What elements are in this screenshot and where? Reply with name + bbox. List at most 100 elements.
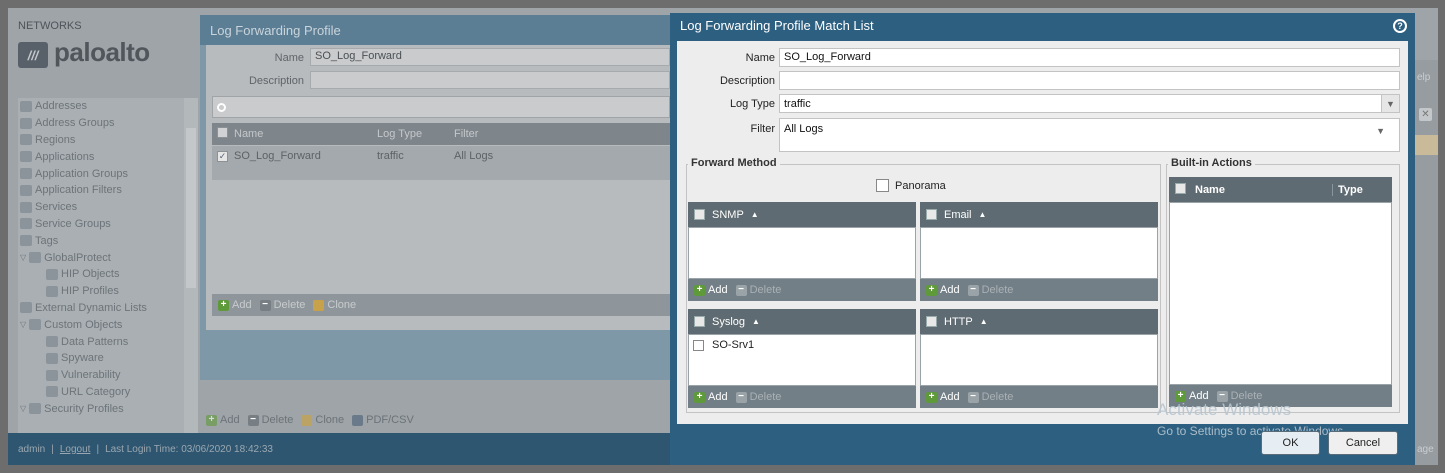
object-icon bbox=[20, 218, 32, 230]
builtin-col-type[interactable]: Type bbox=[1332, 183, 1363, 196]
tree-scroll-thumb[interactable] bbox=[186, 128, 196, 288]
add-button[interactable]: + Add bbox=[206, 414, 240, 426]
lfp-col-name[interactable]: Name bbox=[234, 128, 377, 140]
object-icon bbox=[20, 201, 32, 213]
panorama-checkbox[interactable] bbox=[876, 179, 889, 192]
lfp-col-filter[interactable]: Filter bbox=[454, 128, 654, 140]
http-delete-label: Delete bbox=[981, 391, 1014, 403]
sidebar-item[interactable]: HIP Profiles bbox=[18, 283, 198, 300]
description-field[interactable] bbox=[779, 71, 1400, 90]
syslog-title: Syslog bbox=[712, 315, 746, 328]
sidebar-item[interactable]: Addresses bbox=[18, 98, 198, 115]
log-type-label: Log Type bbox=[729, 98, 775, 110]
chevron-down-icon[interactable]: ▼ bbox=[1381, 95, 1399, 112]
sidebar-item[interactable]: Spyware bbox=[18, 350, 198, 367]
sidebar-item-label: Security Profiles bbox=[44, 402, 124, 415]
syslog-header[interactable]: Syslog ▲ bbox=[688, 309, 916, 334]
sidebar-item[interactable]: ▽ Security Profiles bbox=[18, 400, 198, 417]
logout-link[interactable]: Logout bbox=[60, 444, 91, 455]
snmp-delete-button[interactable]: − Delete bbox=[735, 284, 781, 296]
clone-button[interactable]: Clone bbox=[301, 414, 344, 426]
sidebar-item[interactable]: HIP Objects bbox=[18, 266, 198, 283]
sidebar-item[interactable]: URL Category bbox=[18, 384, 198, 401]
delete-button[interactable]: − Delete bbox=[247, 414, 293, 426]
lfp-search-bar[interactable] bbox=[212, 96, 670, 118]
snmp-add-button[interactable]: + Add bbox=[694, 284, 728, 296]
filter-label: Filter bbox=[750, 123, 775, 135]
syslog-add-button[interactable]: + Add bbox=[694, 391, 728, 403]
lfp-clone-button[interactable]: Clone bbox=[313, 299, 356, 311]
panorama-option[interactable]: Panorama bbox=[876, 179, 946, 192]
sidebar-item[interactable]: ▽ Custom Objects bbox=[18, 316, 198, 333]
add-icon: + bbox=[694, 284, 705, 296]
filter-select[interactable]: All Logs ▼ bbox=[779, 118, 1400, 152]
list-item[interactable]: SO-Srv1 bbox=[693, 339, 911, 351]
sidebar-item[interactable]: Vulnerability bbox=[18, 367, 198, 384]
add-icon: + bbox=[926, 284, 937, 296]
lfp-col-logtype[interactable]: Log Type bbox=[377, 128, 454, 140]
sidebar-item[interactable]: Address Groups bbox=[18, 115, 198, 132]
http-delete-button[interactable]: − Delete bbox=[967, 391, 1014, 403]
add-icon: + bbox=[926, 391, 937, 403]
object-icon bbox=[20, 235, 32, 247]
syslog-delete-button[interactable]: − Delete bbox=[735, 391, 782, 403]
sort-asc-icon: ▲ bbox=[979, 317, 988, 326]
ok-button[interactable]: OK bbox=[1261, 431, 1320, 455]
sidebar-item[interactable]: Regions bbox=[18, 132, 198, 149]
email-add-button[interactable]: + Add bbox=[926, 284, 960, 296]
email-select-all[interactable] bbox=[926, 209, 937, 220]
object-icon bbox=[29, 403, 42, 415]
usage-link-partial[interactable]: age bbox=[1417, 444, 1434, 455]
email-header[interactable]: Email ▲ bbox=[920, 202, 1158, 227]
add-icon: + bbox=[218, 299, 229, 311]
sidebar-item[interactable]: ▽ GlobalProtect bbox=[18, 249, 198, 266]
table-row[interactable]: ✓ SO_Log_Forward traffic All Logs bbox=[212, 146, 670, 180]
help-icon[interactable]: ? bbox=[1393, 19, 1407, 33]
lfp-add-button[interactable]: + Add bbox=[218, 299, 252, 311]
sidebar-item[interactable]: Services bbox=[18, 199, 198, 216]
sidebar-item[interactable]: Data Patterns bbox=[18, 333, 198, 350]
email-delete-button[interactable]: − Delete bbox=[967, 284, 1013, 296]
builtin-select-all[interactable] bbox=[1175, 182, 1186, 194]
http-list bbox=[920, 334, 1158, 386]
log-type-select[interactable]: traffic ▼ bbox=[779, 94, 1400, 113]
row-checkbox[interactable]: ✓ bbox=[217, 151, 228, 162]
syslog-select-all[interactable] bbox=[694, 316, 705, 327]
sidebar-item[interactable]: Applications bbox=[18, 148, 198, 165]
syslog-list: SO-Srv1 bbox=[688, 334, 916, 386]
delete-icon: − bbox=[735, 391, 747, 403]
object-icon bbox=[20, 168, 32, 180]
select-all-checkbox[interactable] bbox=[217, 127, 228, 138]
snmp-title: SNMP bbox=[712, 208, 744, 221]
lfp-description-field[interactable] bbox=[310, 71, 670, 89]
http-title: HTTP bbox=[944, 315, 973, 328]
lfp-name-label: Name bbox=[274, 52, 304, 64]
chevron-down-icon[interactable]: ▼ bbox=[1376, 126, 1385, 136]
sidebar-item[interactable]: External Dynamic Lists bbox=[18, 300, 198, 317]
close-icon[interactable]: ✕ bbox=[1419, 108, 1432, 121]
cancel-button[interactable]: Cancel bbox=[1328, 431, 1398, 455]
syslog-delete-label: Delete bbox=[749, 391, 782, 403]
sidebar-item[interactable]: Application Groups bbox=[18, 165, 198, 182]
http-add-button[interactable]: + Add bbox=[926, 391, 960, 403]
expand-toggle-icon[interactable]: ▽ bbox=[20, 320, 26, 329]
sidebar-item-label: Application Groups bbox=[35, 167, 128, 180]
help-link-partial[interactable]: elp bbox=[1417, 72, 1430, 83]
http-header[interactable]: HTTP ▲ bbox=[920, 309, 1158, 334]
http-select-all[interactable] bbox=[926, 316, 937, 327]
lfp-name-field[interactable]: SO_Log_Forward bbox=[310, 48, 670, 66]
sidebar-item-label: Service Groups bbox=[35, 217, 111, 230]
pdf-csv-button[interactable]: PDF/CSV bbox=[352, 414, 414, 426]
expand-toggle-icon[interactable]: ▽ bbox=[20, 253, 26, 262]
builtin-col-name[interactable]: Name bbox=[1195, 184, 1332, 196]
syslog-item-checkbox[interactable] bbox=[693, 339, 704, 351]
name-field[interactable]: SO_Log_Forward bbox=[779, 48, 1400, 67]
sidebar-item[interactable]: Service Groups bbox=[18, 216, 198, 233]
sidebar-item[interactable]: Application Filters bbox=[18, 182, 198, 199]
lfp-delete-button[interactable]: − Delete bbox=[259, 299, 305, 311]
sidebar-item-label: Custom Objects bbox=[44, 318, 123, 331]
snmp-select-all[interactable] bbox=[694, 209, 705, 220]
expand-toggle-icon[interactable]: ▽ bbox=[20, 404, 26, 413]
sidebar-item[interactable]: Tags bbox=[18, 232, 198, 249]
snmp-header[interactable]: SNMP ▲ bbox=[688, 202, 916, 227]
